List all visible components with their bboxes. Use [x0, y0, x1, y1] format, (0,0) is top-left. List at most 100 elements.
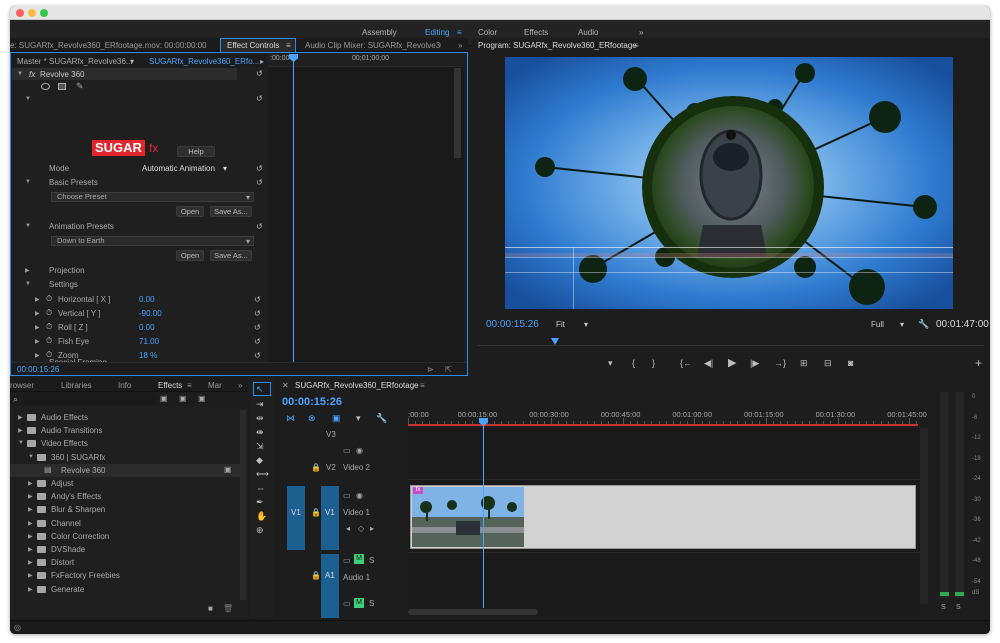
param-value[interactable]: 0.00: [139, 323, 155, 332]
tab-effect-controls[interactable]: Effect Controls: [227, 41, 279, 50]
wrench-icon[interactable]: 🔧: [918, 319, 929, 330]
next-keyframe-icon[interactable]: ▸: [370, 524, 374, 533]
add-keyframe-icon[interactable]: ◇: [358, 524, 364, 533]
workspace-assembly[interactable]: Assembly: [362, 28, 397, 37]
selection-tool-icon[interactable]: ↖: [256, 384, 264, 394]
add-marker-icon[interactable]: ▾: [356, 413, 361, 423]
track-target-a1[interactable]: [321, 554, 339, 618]
disclosure-right-icon[interactable]: ▶: [18, 427, 23, 434]
tab-info[interactable]: Info: [118, 381, 131, 390]
search-icon[interactable]: ⌕: [13, 394, 18, 405]
chevron-right-icon[interactable]: ▸: [260, 57, 264, 66]
stopwatch-icon[interactable]: ⏱: [46, 336, 52, 346]
tab-audio-clip-mixer[interactable]: Audio Clip Mixer: SUGARfx_Revolve360_ERf…: [305, 41, 441, 50]
ellipse-mask-icon[interactable]: [41, 83, 50, 90]
reset-icon[interactable]: ↺: [254, 323, 261, 332]
timeline-horizontal-scrollbar[interactable]: [408, 608, 920, 616]
chevron-down-icon[interactable]: ▾: [246, 193, 250, 202]
rate-stretch-tool-icon[interactable]: ⇲: [256, 441, 264, 451]
disclosure-right-icon[interactable]: ▶: [35, 338, 40, 345]
source-patch-v1[interactable]: [287, 486, 305, 550]
effects-folder-item[interactable]: ▶ Adjust: [10, 477, 240, 490]
go-to-in-icon[interactable]: {←: [680, 358, 692, 368]
disclosure-right-icon[interactable]: ▶: [35, 310, 40, 317]
slip-tool-icon[interactable]: ⟷: [256, 469, 269, 479]
ripple-edit-tool-icon[interactable]: ⇹: [256, 413, 264, 423]
tab-markers[interactable]: Mar: [208, 381, 222, 390]
step-forward-icon[interactable]: |▶: [750, 358, 759, 368]
effects-folder-item[interactable]: ▶ Blur & Sharpen: [10, 503, 240, 516]
workspace-audio[interactable]: Audio: [578, 28, 598, 37]
panel-menu-icon[interactable]: ≡: [634, 41, 639, 50]
mark-out-icon[interactable]: }: [652, 358, 655, 368]
animation-presets-open-button[interactable]: Open: [176, 250, 204, 261]
timeline-tab[interactable]: SUGARfx_Revolve360_ERfootage: [295, 381, 419, 390]
disclosure-right-icon[interactable]: ▶: [28, 520, 33, 527]
reset-icon[interactable]: ↺: [256, 69, 263, 78]
reset-icon[interactable]: ↺: [254, 295, 261, 304]
lock-icon[interactable]: 🔒: [311, 508, 321, 517]
tab-overflow-icon[interactable]: »: [238, 381, 242, 390]
solo-right-button[interactable]: S: [956, 604, 961, 611]
tab-overflow-icon[interactable]: »: [458, 41, 462, 50]
panel-menu-icon[interactable]: ≡: [187, 381, 192, 390]
chevron-down-icon[interactable]: ▾: [130, 57, 134, 66]
reset-icon[interactable]: ↺: [256, 94, 263, 103]
eye-icon[interactable]: ◉: [356, 491, 363, 500]
chevron-down-icon[interactable]: ▾: [246, 237, 250, 246]
effects-folder-item[interactable]: ▶ Audio Effects: [10, 411, 240, 424]
disclosure-down-icon[interactable]: ▼: [25, 96, 31, 102]
param-value[interactable]: 18 %: [139, 351, 157, 360]
timeline-playhead[interactable]: [483, 420, 484, 608]
toggle-output-icon[interactable]: ▭: [343, 446, 351, 455]
extract-icon[interactable]: ⊟: [824, 358, 832, 368]
disclosure-right-icon[interactable]: ▶: [28, 586, 33, 593]
prev-keyframe-icon[interactable]: ◂: [346, 524, 350, 533]
workspace-overflow-icon[interactable]: »: [639, 28, 643, 37]
effects-folder-item[interactable]: ▶ Color Correction: [10, 530, 240, 543]
zoom-tool-icon[interactable]: ⊕: [256, 525, 264, 535]
chevron-down-icon[interactable]: ▾: [584, 320, 588, 329]
workspace-color[interactable]: Color: [478, 28, 497, 37]
tab-source[interactable]: e: SUGARfx_Revolve360_ERfootage.mov: 00:…: [10, 41, 207, 50]
disclosure-down-icon[interactable]: ▼: [25, 179, 31, 185]
mute-button-2[interactable]: M: [354, 598, 364, 608]
disclosure-right-icon[interactable]: ▶: [35, 296, 40, 303]
stopwatch-icon[interactable]: ⏱: [46, 294, 52, 304]
reset-icon[interactable]: ↺: [254, 337, 261, 346]
disclosure-right-icon[interactable]: ▶: [28, 506, 33, 513]
disclosure-right-icon[interactable]: ▶: [28, 493, 33, 500]
wrench-icon[interactable]: 🔧: [376, 413, 387, 423]
button-editor-plus-icon[interactable]: +: [975, 357, 982, 369]
voiceover-icon[interactable]: ▭: [343, 599, 351, 608]
zoom-fit-dropdown[interactable]: Fit: [556, 320, 565, 329]
effects-folder-item[interactable]: ▼ 360 | SUGARfx: [10, 451, 240, 464]
program-tab[interactable]: Program: SUGARfx_Revolve360_ERfootage: [478, 41, 637, 50]
disclosure-right-icon[interactable]: ▶: [28, 480, 33, 487]
workspace-menu-icon[interactable]: ≡: [457, 28, 462, 37]
stopwatch-icon[interactable]: ⏱: [46, 308, 52, 318]
pen-tool-icon[interactable]: ✒: [256, 497, 264, 507]
add-marker-icon[interactable]: ▾: [608, 358, 613, 368]
stopwatch-icon[interactable]: ⏱: [46, 322, 52, 332]
lift-icon[interactable]: ⊞: [800, 358, 808, 368]
disclosure-right-icon[interactable]: ▶: [18, 414, 23, 421]
reset-icon[interactable]: ↺: [254, 351, 261, 360]
disclosure-right-icon[interactable]: ▶: [28, 559, 33, 566]
export-frame-icon[interactable]: ◙: [848, 358, 853, 368]
tab-effects[interactable]: Effects: [158, 381, 182, 390]
rolling-edit-tool-icon[interactable]: ⇼: [256, 427, 264, 437]
track-lanes[interactable]: fx: [408, 428, 920, 608]
panel-menu-icon[interactable]: ≡: [420, 381, 425, 390]
basic-presets-save-button[interactable]: Save As...: [210, 206, 252, 217]
tab-libraries[interactable]: Libraries: [61, 381, 92, 390]
slide-tool-icon[interactable]: ⇔: [256, 483, 265, 493]
effects-folder-item[interactable]: ▶ Distort: [10, 556, 240, 569]
track-target-v1[interactable]: [321, 486, 339, 550]
param-value[interactable]: -90.00: [139, 309, 162, 318]
insert-sequence-icon[interactable]: ▣: [332, 413, 341, 423]
chevron-down-icon[interactable]: ▾: [223, 164, 227, 173]
effects-folder-item[interactable]: ▶ Generate: [10, 583, 240, 596]
linked-selection-icon[interactable]: ⊗: [308, 413, 316, 423]
reset-icon[interactable]: ↺: [254, 309, 261, 318]
